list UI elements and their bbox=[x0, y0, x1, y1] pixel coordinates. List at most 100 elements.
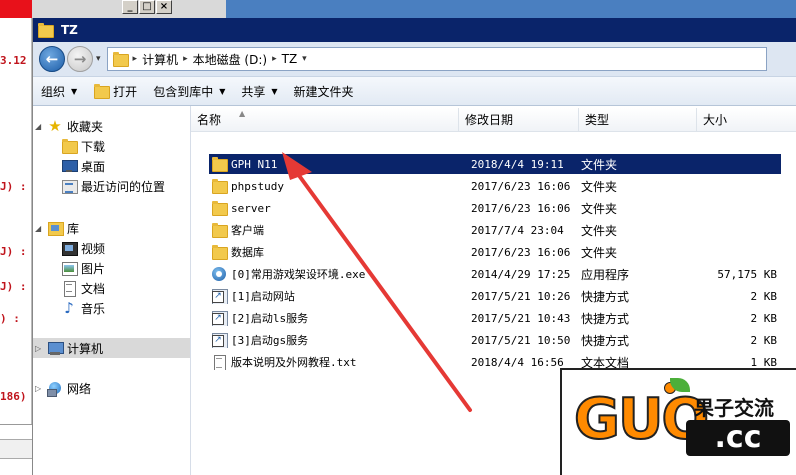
file-name: phpstudy bbox=[231, 179, 284, 193]
column-header-date[interactable]: 修改日期 bbox=[459, 108, 579, 132]
file-row[interactable]: 客户端 2017/7/4 23:04 文件夹 bbox=[209, 220, 781, 240]
file-size: 2 KB bbox=[750, 333, 778, 347]
file-row[interactable]: GPH N11 2018/4/4 19:11 文件夹 bbox=[209, 154, 781, 174]
file-name: 数据库 bbox=[231, 246, 264, 259]
star-icon: ★ bbox=[48, 117, 62, 135]
background-text-fragment: 3.12 bbox=[0, 54, 27, 67]
file-type: 文件夹 bbox=[581, 179, 618, 194]
new-folder-label: 新建文件夹 bbox=[293, 84, 354, 99]
file-row[interactable]: server 2017/6/23 16:06 文件夹 bbox=[209, 198, 781, 218]
file-date: 2017/6/23 16:06 bbox=[471, 245, 571, 259]
chevron-down-icon[interactable]: ▾ bbox=[302, 54, 307, 64]
column-header-type[interactable]: 类型 bbox=[579, 108, 697, 132]
file-size: 2 KB bbox=[750, 311, 778, 325]
nav-item-pictures[interactable]: 图片 bbox=[61, 258, 105, 278]
background-minimize-button[interactable]: _ bbox=[122, 0, 138, 14]
nav-network[interactable]: ▷ 网络 bbox=[35, 378, 91, 398]
file-row[interactable]: [1]启动网站 2017/5/21 10:26 快捷方式 2 KB bbox=[209, 286, 781, 306]
folder-icon bbox=[211, 178, 228, 194]
chevron-right-icon[interactable]: ▸ bbox=[183, 54, 188, 64]
text-file-icon bbox=[211, 354, 227, 370]
file-row[interactable]: [3]启动gs服务 2017/5/21 10:50 快捷方式 2 KB bbox=[209, 330, 781, 350]
nav-item-documents[interactable]: 文档 bbox=[61, 278, 105, 298]
file-row[interactable]: [0]常用游戏架设环境.exe 2014/4/29 17:25 应用程序 57,… bbox=[209, 264, 781, 284]
navigation-pane: ◢ ★ 收藏夹 下载 桌面 最近访问的位置 ◢ 库 视频 图片 文档 ♪ 音乐 … bbox=[33, 106, 191, 475]
recent-pages-dropdown[interactable]: ▾ bbox=[96, 54, 101, 64]
file-row[interactable]: phpstudy 2017/6/23 16:06 文件夹 bbox=[209, 176, 781, 196]
picture-icon bbox=[61, 260, 78, 276]
download-folder-icon bbox=[61, 138, 78, 154]
folder-icon bbox=[211, 244, 228, 260]
breadcrumb-computer[interactable]: 计算机 bbox=[142, 51, 178, 68]
nav-computer[interactable]: ▷ 计算机 bbox=[33, 338, 190, 358]
breadcrumb-tz[interactable]: TZ bbox=[282, 52, 298, 66]
background-close-button[interactable]: × bbox=[156, 0, 172, 14]
background-top-strip: _ □ × bbox=[32, 0, 796, 18]
nav-network-label: 网络 bbox=[67, 381, 92, 396]
include-in-library-button[interactable]: 包含到库中 ▼ bbox=[145, 79, 233, 103]
arrow-right-icon: → bbox=[73, 50, 87, 68]
breadcrumb-local-disk[interactable]: 本地磁盘 (D:) bbox=[193, 51, 267, 68]
file-date: 2017/7/4 23:04 bbox=[471, 223, 564, 237]
app-icon bbox=[211, 266, 227, 282]
file-type: 应用程序 bbox=[581, 267, 630, 282]
background-blue-bar bbox=[226, 0, 796, 18]
background-maximize-button[interactable]: □ bbox=[139, 0, 155, 14]
expand-arrow-icon[interactable]: ◢ bbox=[35, 122, 47, 131]
file-size: 57,175 KB bbox=[717, 267, 777, 281]
new-folder-button[interactable]: 新建文件夹 bbox=[286, 79, 362, 103]
background-red-bar bbox=[0, 0, 32, 18]
folder-icon bbox=[37, 22, 54, 38]
background-text-fragment: J) : bbox=[0, 180, 27, 193]
forward-button[interactable]: → bbox=[67, 46, 93, 72]
share-button[interactable]: 共享 ▼ bbox=[233, 79, 285, 103]
address-bar[interactable]: ▸ 计算机 ▸ 本地磁盘 (D:) ▸ TZ ▾ bbox=[106, 47, 767, 71]
nav-favorites-label: 收藏夹 bbox=[67, 119, 104, 134]
computer-icon bbox=[47, 340, 64, 356]
file-type: 文件夹 bbox=[581, 201, 618, 216]
file-date: 2017/5/21 10:50 bbox=[471, 333, 571, 347]
file-row[interactable]: 数据库 2017/6/23 16:06 文件夹 bbox=[209, 242, 781, 262]
file-name: 版本说明及外网教程.txt bbox=[231, 356, 357, 369]
desktop-icon bbox=[61, 158, 78, 174]
nav-item-music[interactable]: ♪ 音乐 bbox=[61, 298, 105, 318]
expand-arrow-icon[interactable]: ▷ bbox=[35, 384, 47, 393]
chevron-right-icon[interactable]: ▸ bbox=[272, 54, 277, 64]
file-name: [0]常用游戏架设环境.exe bbox=[231, 268, 366, 281]
file-type: 快捷方式 bbox=[581, 289, 630, 304]
column-header-size[interactable]: 大小 bbox=[697, 108, 796, 132]
open-button[interactable]: 打开 bbox=[85, 79, 145, 103]
back-button[interactable]: ← bbox=[39, 46, 65, 72]
include-in-library-label: 包含到库中 bbox=[153, 84, 214, 99]
title-bar[interactable]: TZ bbox=[33, 18, 796, 42]
background-window: 3.12 J) : J) : J) : ) : 186) bbox=[0, 0, 32, 475]
nav-item-label: 视频 bbox=[81, 241, 106, 256]
nav-item-label: 下载 bbox=[81, 139, 106, 154]
column-header-date-label: 修改日期 bbox=[465, 113, 514, 127]
file-row[interactable]: [2]启动ls服务 2017/5/21 10:43 快捷方式 2 KB bbox=[209, 308, 781, 328]
column-header-name[interactable]: 名称 ▲ bbox=[191, 108, 459, 132]
file-name: GPH N11 bbox=[231, 157, 278, 171]
nav-favorites[interactable]: ◢ ★ 收藏夹 bbox=[35, 116, 103, 136]
file-date: 2018/4/4 19:11 bbox=[471, 157, 564, 171]
nav-item-desktop[interactable]: 桌面 bbox=[61, 156, 105, 176]
nav-item-label: 图片 bbox=[81, 261, 106, 276]
library-icon bbox=[47, 220, 64, 236]
organize-button[interactable]: 组织 ▼ bbox=[33, 79, 85, 103]
video-icon bbox=[61, 240, 78, 256]
chevron-right-icon[interactable]: ▸ bbox=[133, 54, 138, 64]
command-bar: 组织 ▼ 打开 包含到库中 ▼ 共享 ▼ 新建文件夹 bbox=[33, 76, 796, 106]
nav-item-videos[interactable]: 视频 bbox=[61, 238, 105, 258]
nav-item-recent-places[interactable]: 最近访问的位置 bbox=[61, 176, 165, 196]
file-size: 2 KB bbox=[750, 289, 778, 303]
nav-item-downloads[interactable]: 下载 bbox=[61, 136, 105, 156]
expand-arrow-icon[interactable]: ▷ bbox=[35, 344, 47, 353]
file-name: 客户端 bbox=[231, 224, 264, 237]
open-label: 打开 bbox=[113, 84, 138, 99]
nav-libraries[interactable]: ◢ 库 bbox=[35, 218, 79, 238]
nav-item-label: 桌面 bbox=[81, 159, 106, 174]
expand-arrow-icon[interactable]: ◢ bbox=[35, 224, 47, 233]
file-type: 文件夹 bbox=[581, 223, 618, 238]
file-name: [2]启动ls服务 bbox=[231, 312, 309, 325]
file-type: 文件夹 bbox=[581, 245, 618, 260]
